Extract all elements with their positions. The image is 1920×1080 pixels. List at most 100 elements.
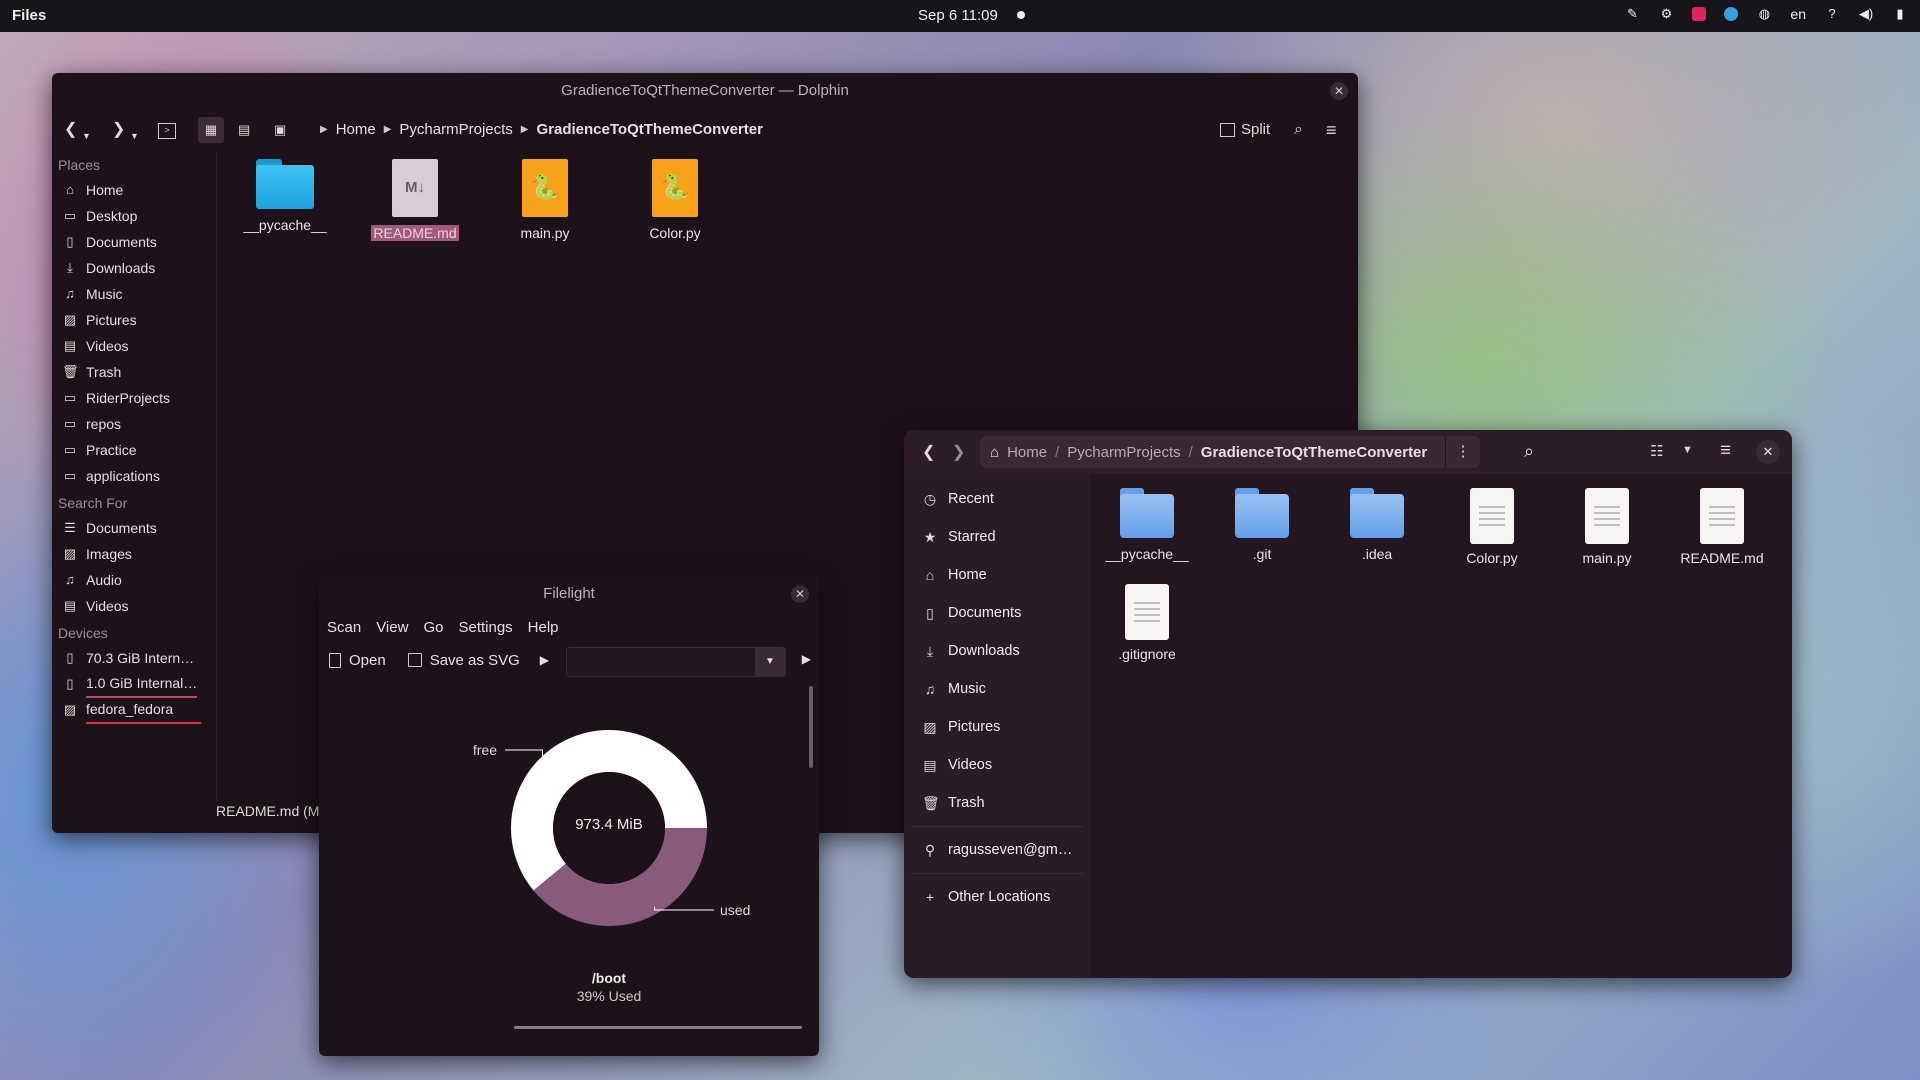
gamepad-icon[interactable]: ◍ (1756, 6, 1772, 22)
file-item-readme[interactable]: README.md (1667, 488, 1777, 566)
back-icon[interactable]: ❮ (922, 442, 935, 462)
clock[interactable]: Sep 6 11:09 (918, 7, 998, 24)
close-icon[interactable]: ✕ (791, 585, 809, 603)
forward-icon[interactable]: ❯ (112, 117, 125, 143)
view-options-icon[interactable]: ▼ (1682, 444, 1693, 456)
file-item-main-py[interactable]: main.py (1552, 488, 1662, 566)
sidebar-item-downloads[interactable]: ⤓ Downloads (904, 632, 1090, 670)
breadcrumb-pycharmprojects[interactable]: PycharmProjects (399, 117, 512, 143)
radial-map[interactable]: 973.4 MiB free used /boot 39% Used (319, 685, 799, 1020)
file-item-color-py[interactable]: 🐍 Color.py (627, 159, 723, 241)
sidebar-item-documents[interactable]: ▯ Documents (904, 594, 1090, 632)
go-icon[interactable]: ▶ (802, 652, 811, 666)
device-item-1gib[interactable]: ▯ 1.0 GiB Internal… (52, 671, 214, 698)
sidebar-item-videos[interactable]: ▤ Videos (904, 746, 1090, 784)
search-item-videos[interactable]: ▤ Videos (52, 593, 214, 619)
language-indicator[interactable]: en (1790, 6, 1806, 22)
menu-go[interactable]: Go (423, 619, 443, 636)
breadcrumb-current[interactable]: GradienceToQtThemeConverter (537, 117, 763, 143)
search-item-images[interactable]: ▨ Images (52, 541, 214, 567)
search-icon[interactable]: ⌕ (1294, 117, 1303, 143)
close-icon[interactable]: ✕ (1330, 82, 1348, 100)
file-item-main-py[interactable]: 🐍 main.py (497, 159, 593, 241)
open-file-icon (329, 652, 341, 668)
pipette-icon[interactable]: ✎ (1624, 6, 1640, 22)
network-account-icon: ⚲ (924, 841, 936, 858)
menu-help[interactable]: Help (528, 619, 559, 636)
sidebar-item-music[interactable]: ♫ Music (52, 281, 214, 307)
tree-view-icon[interactable]: ▣ (274, 117, 286, 143)
file-item-pycache[interactable]: __pycache__ (1092, 488, 1202, 562)
play-icon[interactable]: ▶ (540, 653, 549, 667)
device-item-70gib[interactable]: ▯ 70.3 GiB Intern… (52, 645, 214, 671)
hamburger-menu-icon[interactable]: ≡ (1720, 440, 1731, 462)
files-sidebar: ◷ Recent ★ Starred ⌂ Home ▯ Documents ⤓ Downl… (904, 474, 1090, 978)
chevron-down-icon[interactable]: ▼ (755, 648, 785, 676)
vertical-scrollbar[interactable] (809, 686, 813, 768)
open-button[interactable]: Open (329, 652, 386, 669)
file-item-pycache[interactable]: __pycache__ (237, 159, 333, 233)
sidebar-item-account[interactable]: ⚲ ragusseven@gm… (904, 831, 1090, 869)
search-item-documents[interactable]: ☰ Documents (52, 515, 214, 541)
more-options-icon[interactable]: ⋮ (1445, 436, 1480, 468)
breadcrumb-home[interactable]: Home (336, 117, 376, 143)
split-button[interactable]: Split (1220, 117, 1270, 143)
sidebar-item-home[interactable]: ⌂ Home (904, 556, 1090, 594)
save-svg-button[interactable]: Save as SVG (407, 652, 520, 669)
file-item-idea[interactable]: .idea (1322, 488, 1432, 562)
forward-icon[interactable]: ❯ (952, 442, 965, 462)
sidebar-item-pictures[interactable]: ▨ Pictures (52, 307, 214, 333)
menu-scan[interactable]: Scan (327, 619, 361, 636)
device-item-fedora[interactable]: ▨ fedora_fedora (52, 697, 214, 724)
sidebar-item-pictures[interactable]: ▨ Pictures (904, 708, 1090, 746)
path-separator: / (1055, 443, 1060, 461)
search-icon[interactable]: ⌕ (1524, 441, 1534, 462)
menu-settings[interactable]: Settings (458, 619, 512, 636)
details-view-icon[interactable]: ▤ (238, 117, 250, 143)
places-panel: Places ⌂ Home ▭ Desktop ▯ Documents ⤓ Downlo… (52, 151, 214, 771)
activities-app-name[interactable]: Files (12, 7, 46, 24)
sidebar-item-desktop[interactable]: ▭ Desktop (52, 203, 214, 229)
list-view-icon[interactable]: ☷ (1650, 442, 1663, 460)
icons-view-icon[interactable]: ▦ (198, 117, 224, 143)
sidebar-item-repos[interactable]: ▭ repos (52, 411, 214, 437)
sidebar-item-starred[interactable]: ★ Starred (904, 518, 1090, 556)
file-item-gitignore[interactable]: .gitignore (1092, 584, 1202, 662)
file-grid[interactable]: __pycache__ .git .idea Color.py main.py … (1092, 474, 1792, 978)
breadcrumb-home[interactable]: Home (1007, 444, 1047, 461)
sidebar-item-music[interactable]: ♫ Music (904, 670, 1090, 708)
back-icon[interactable]: ❮ (64, 117, 77, 143)
sidebar-item-trash[interactable]: 🗑 Trash (52, 359, 214, 385)
terminal-icon[interactable]: > (158, 123, 176, 139)
jetbrains-icon[interactable] (1692, 7, 1707, 21)
breadcrumb-pycharmprojects[interactable]: PycharmProjects (1067, 444, 1180, 461)
forward-history-icon[interactable]: ▼ (130, 123, 139, 149)
sidebar-item-documents[interactable]: ▯ Documents (52, 229, 214, 255)
search-item-audio[interactable]: ♫ Audio (52, 567, 214, 593)
volume-icon[interactable]: ◀) (1858, 6, 1874, 22)
location-combo[interactable]: ▼ (566, 647, 786, 677)
file-item-color-py[interactable]: Color.py (1437, 488, 1547, 566)
file-item-git[interactable]: .git (1207, 488, 1317, 562)
menu-view[interactable]: View (376, 619, 408, 636)
sidebar-item-practice[interactable]: ▭ Practice (52, 437, 214, 463)
sidebar-item-riderprojects[interactable]: ▭ RiderProjects (52, 385, 214, 411)
sidebar-item-home[interactable]: ⌂ Home (52, 177, 214, 203)
disk-usage-chart[interactable]: 973.4 MiB free used /boot 39% Used (319, 685, 799, 1020)
breadcrumb-current[interactable]: GradienceToQtThemeConverter (1201, 444, 1427, 461)
battery-icon[interactable]: ▮ (1892, 6, 1908, 22)
file-item-readme[interactable]: M↓ README.md (367, 159, 463, 241)
sidebar-item-downloads[interactable]: ⤓ Downloads (52, 255, 214, 281)
help-icon[interactable]: ? (1824, 6, 1840, 22)
sidebar-item-applications[interactable]: ▭ applications (52, 463, 214, 489)
sidebar-item-other-locations[interactable]: + Other Locations (904, 878, 1090, 916)
back-history-icon[interactable]: ▼ (82, 123, 91, 149)
sidebar-item-recent[interactable]: ◷ Recent (904, 480, 1090, 518)
sidebar-item-trash[interactable]: 🗑 Trash (904, 784, 1090, 822)
horizontal-scrollbar[interactable] (514, 1026, 802, 1029)
hamburger-menu-icon[interactable]: ≡ (1326, 117, 1337, 143)
edge-icon[interactable] (1724, 7, 1739, 21)
close-icon[interactable]: ✕ (1756, 440, 1780, 464)
settings-icon[interactable]: ⚙ (1658, 6, 1674, 22)
sidebar-item-videos[interactable]: ▤ Videos (52, 333, 214, 359)
